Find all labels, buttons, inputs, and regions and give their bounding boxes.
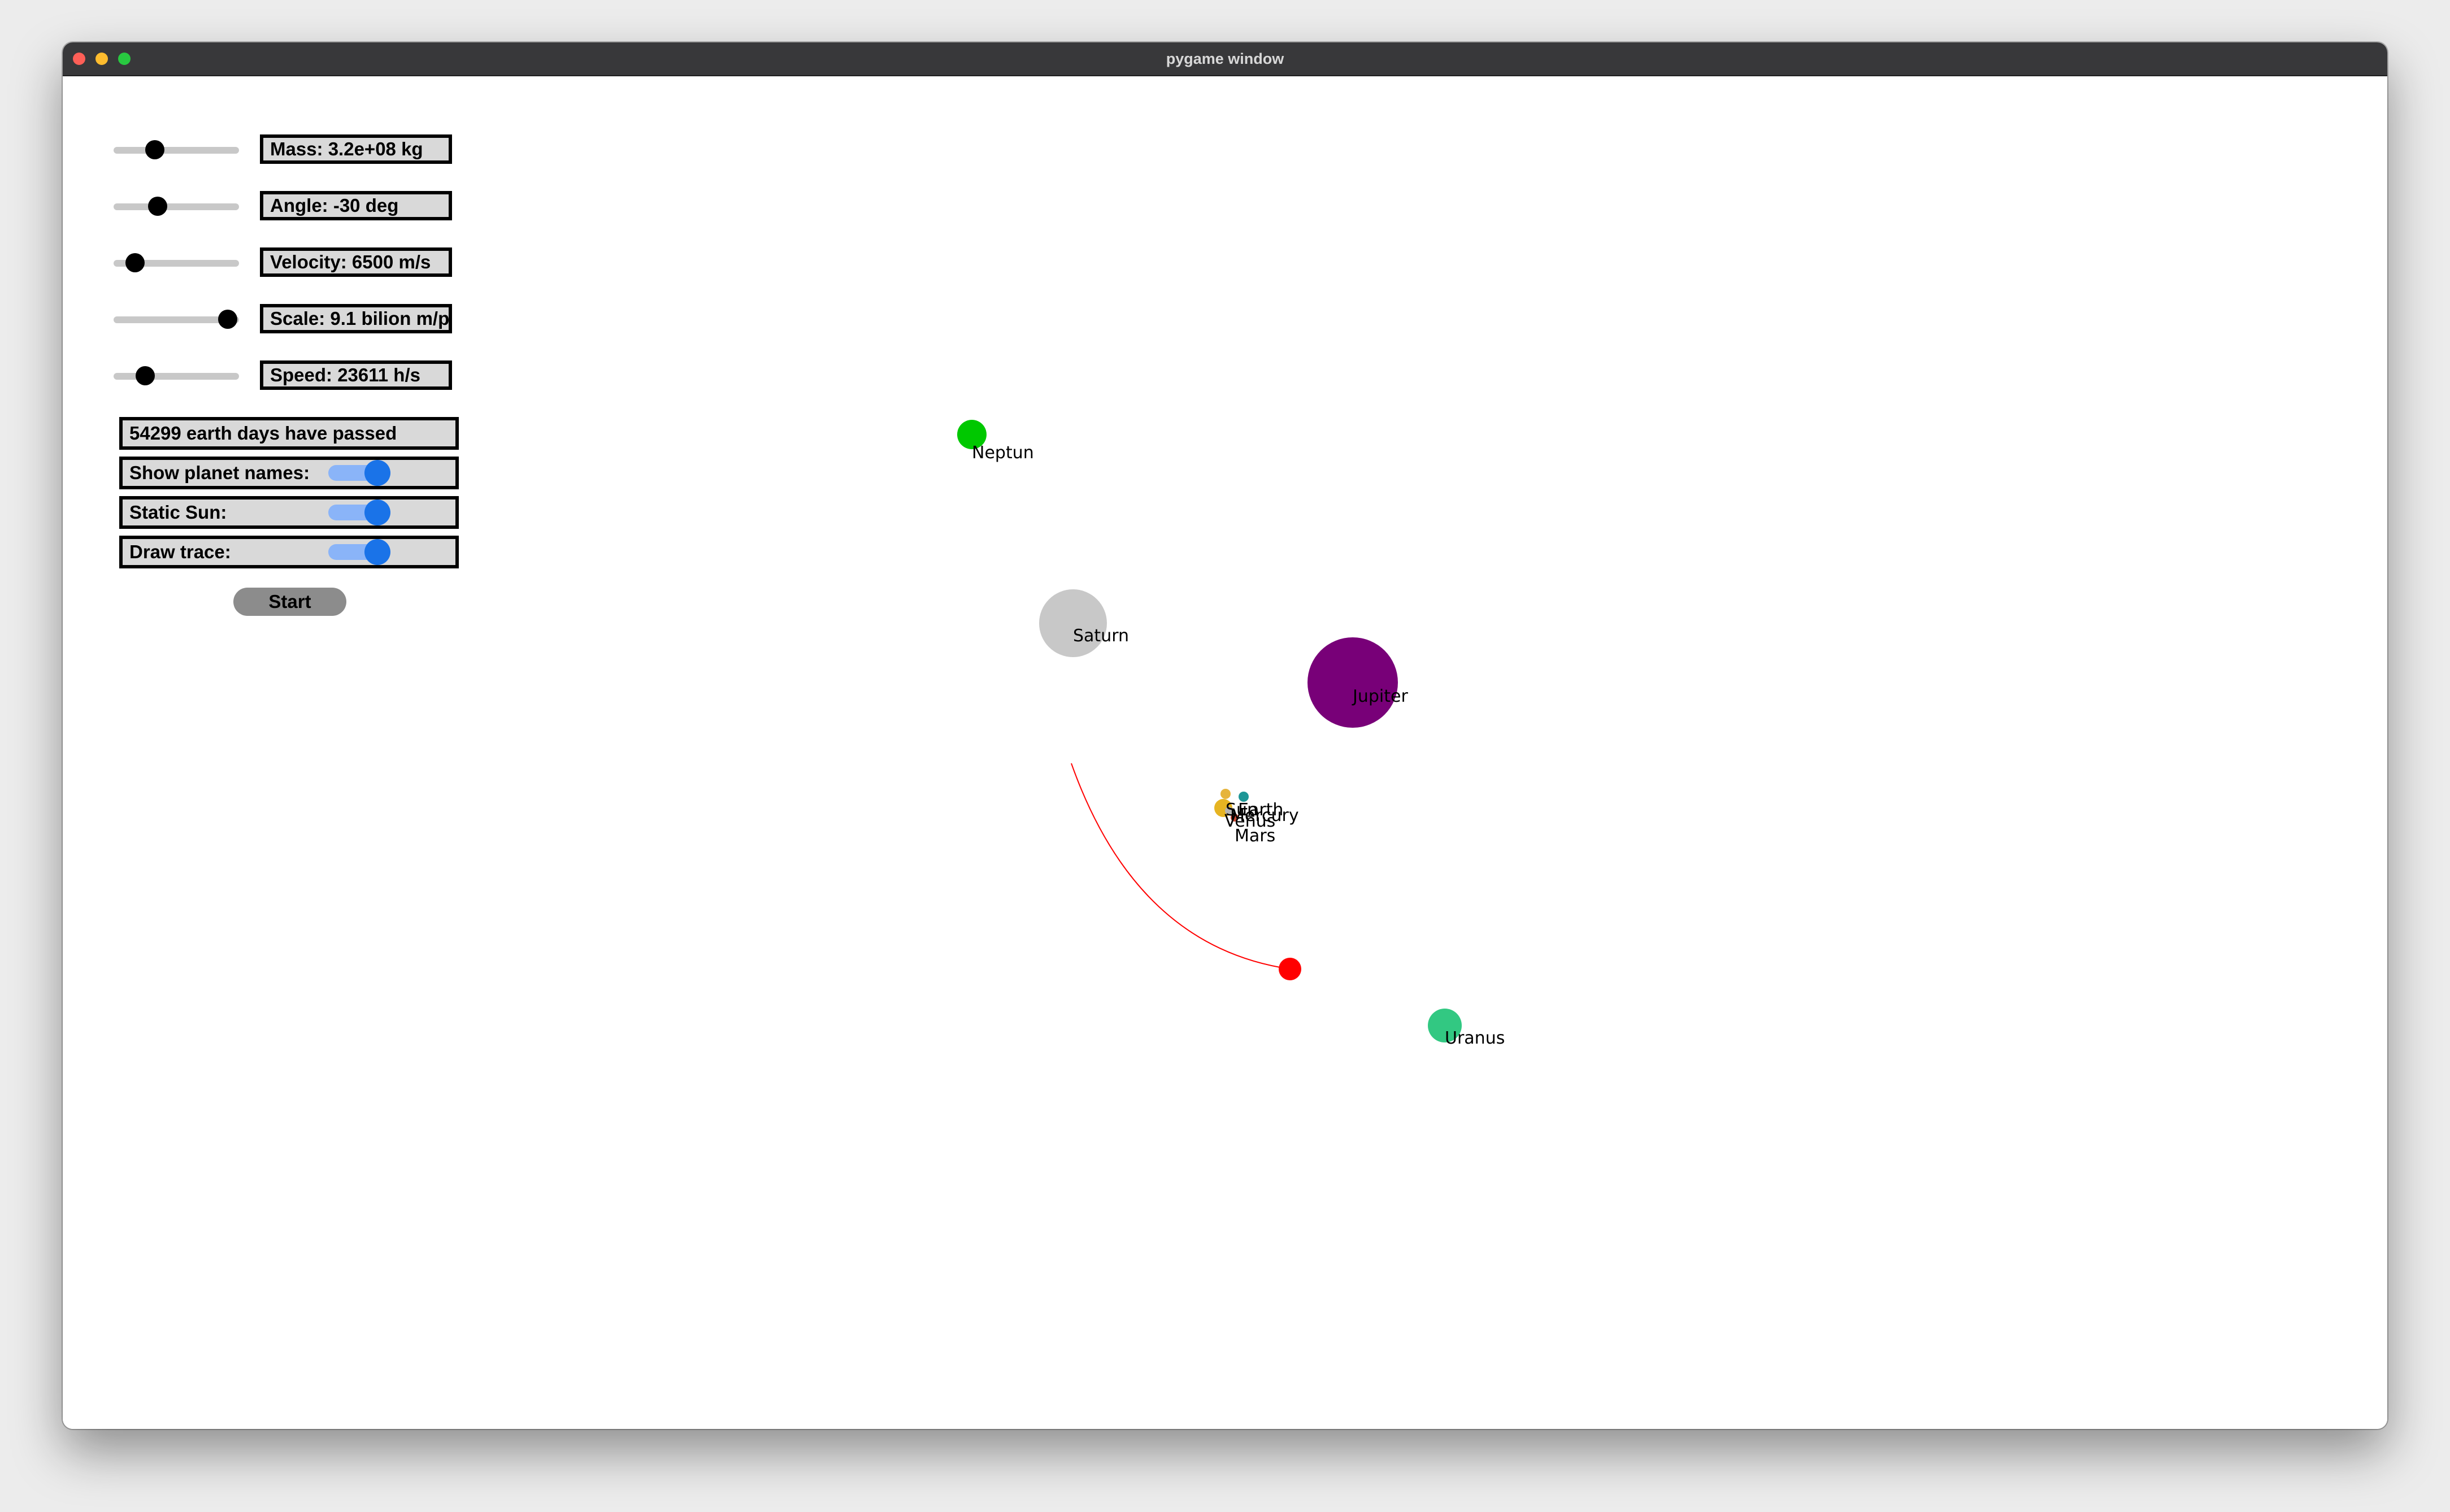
title-bar: pygame window: [63, 42, 2387, 76]
neptune-label: Neptun: [972, 443, 1034, 463]
saturn-planet: [1039, 589, 1107, 657]
app-canvas: Mass: 3.2e+08 kg Angle: -30 deg Velocity…: [63, 76, 2387, 1429]
saturn-label: Saturn: [1073, 626, 1129, 646]
mars-label: Mars: [1235, 826, 1275, 846]
jupiter-label: Jupiter: [1352, 687, 1408, 706]
pygame-window: pygame window Mass: 3.2e+08 kg Angle: -3…: [63, 42, 2387, 1429]
projectile: [1279, 958, 1301, 980]
jupiter-planet: [1307, 637, 1398, 728]
window-title: pygame window: [1166, 50, 1284, 67]
simulation-view: Neptun Saturn Jupiter Uranus Sun Earth M…: [957, 420, 1505, 1048]
projectile-trace: [1071, 763, 1291, 970]
venus-planet: [1220, 789, 1231, 799]
uranus-label: Uranus: [1445, 1028, 1505, 1048]
